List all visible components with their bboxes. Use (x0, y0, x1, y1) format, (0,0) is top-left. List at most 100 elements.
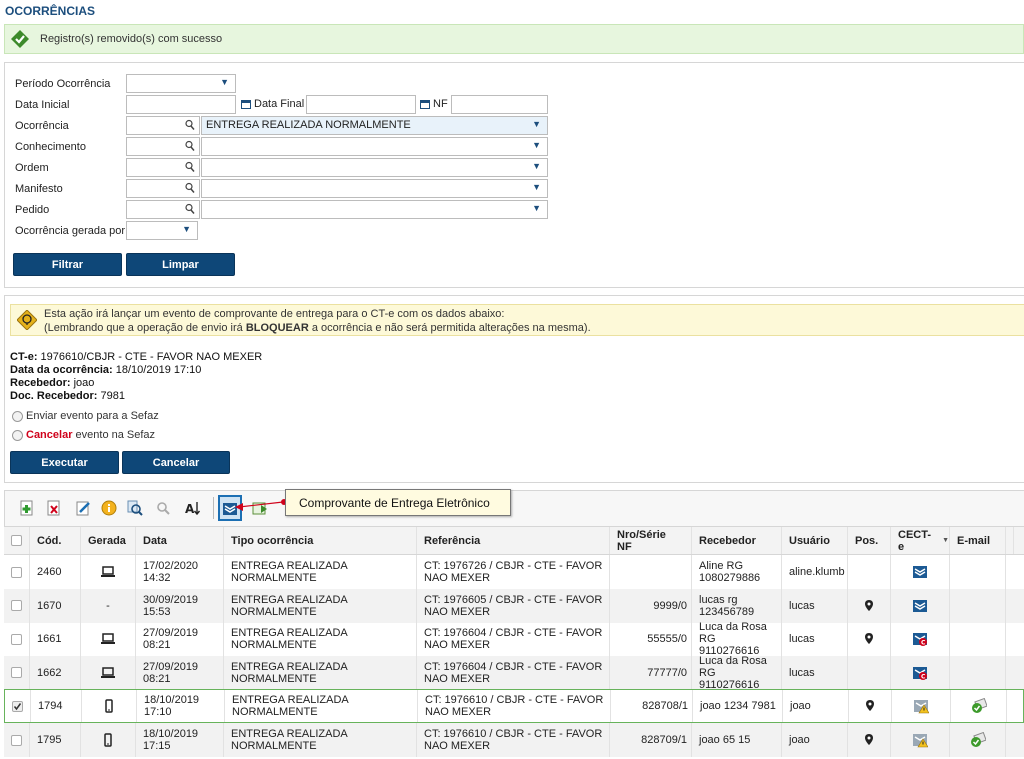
cecte-cell[interactable] (891, 555, 950, 589)
header-nf[interactable]: Nro/Série NF (610, 527, 692, 554)
header-referencia[interactable]: Referência (417, 527, 610, 554)
row-checkbox[interactable] (11, 600, 22, 612)
header-email-label: E-mail (957, 534, 991, 547)
calendar-icon[interactable] (420, 99, 430, 109)
email-cell[interactable] (950, 555, 1006, 589)
table-row[interactable]: 1794 18/10/2019 17:10 ENTREGA REALIZADA NORM… (4, 689, 1024, 724)
table-row[interactable]: 1661 27/09/2019 08:21 ENTREGA REALIZADA NORM… (4, 621, 1024, 657)
manifesto-select[interactable]: ▼ (201, 179, 548, 198)
executar-button[interactable]: Executar (10, 451, 119, 474)
data-inicial-input[interactable] (126, 95, 236, 114)
recebedor-cell: lucas rg 123456789 (692, 588, 782, 623)
cod-value: 2460 (37, 566, 62, 578)
header-cod[interactable]: Cód. (30, 527, 81, 554)
table-header: Cód. Gerada Data Tipo ocorrência Referência N… (4, 526, 1024, 555)
pedido-code-input[interactable] (126, 200, 200, 219)
header-cecte-label: CECT-e (898, 528, 931, 553)
cancelar-radio[interactable] (12, 429, 23, 441)
manifesto-code-input[interactable] (126, 179, 200, 198)
edit-icon[interactable] (75, 500, 91, 516)
row-checkbox[interactable] (12, 700, 23, 712)
checkbox-cell[interactable] (4, 588, 30, 623)
search-icon[interactable] (127, 500, 143, 516)
cte-cancel-icon[interactable]: C (912, 631, 928, 647)
cte-cancel-icon[interactable]: C (912, 665, 928, 681)
conhecimento-select[interactable]: ▼ (201, 137, 548, 156)
data-final-input[interactable] (306, 95, 416, 114)
email-cell[interactable] (951, 690, 1007, 723)
magnifier-icon[interactable] (185, 119, 195, 131)
table-row[interactable]: 1662 27/09/2019 08:21 ENTREGA REALIZADA NORM… (4, 655, 1024, 691)
calendar-icon[interactable] (241, 99, 251, 109)
email-sent-icon[interactable] (970, 732, 986, 748)
cancelar-radio-option[interactable]: Cancelar evento na Sefaz (12, 429, 155, 441)
header-tipo[interactable]: Tipo ocorrência (224, 527, 417, 554)
email-cell[interactable] (950, 723, 1006, 757)
cte-icon[interactable] (912, 564, 928, 580)
row-checkbox[interactable] (11, 633, 22, 645)
gerada-por-select[interactable]: ▼ (126, 221, 198, 240)
row-checkbox[interactable] (11, 734, 22, 746)
periodo-select[interactable]: ▼ (126, 74, 236, 93)
header-email[interactable]: E-mail (950, 527, 1006, 554)
magnifier-icon[interactable] (185, 140, 195, 152)
column-menu-icon[interactable]: ▼ (942, 535, 949, 547)
checkbox-cell[interactable] (4, 555, 30, 589)
magnifier-icon[interactable] (185, 203, 195, 215)
referencia-cell: CT: 1976726 / CBJR - CTE - FAVOR NAO MEXE… (417, 555, 610, 589)
checkbox-cell[interactable] (4, 655, 30, 690)
cecte-cell[interactable] (891, 588, 950, 623)
pedido-label: Pedido (15, 204, 50, 216)
magnifier-icon[interactable] (185, 182, 195, 194)
table-row[interactable]: 2460 17/02/2020 14:32 ENTREGA REALIZADA NORM… (4, 555, 1024, 589)
email-sent-icon[interactable] (971, 698, 987, 714)
enviar-radio-option[interactable]: Enviar evento para a Sefaz (12, 410, 159, 422)
nf-input[interactable] (451, 95, 548, 114)
pedido-select[interactable]: ▼ (201, 200, 548, 219)
data-final-label-group: Data Final (241, 98, 304, 110)
checkbox-cell[interactable] (4, 723, 30, 757)
ocorrencia-code-input[interactable] (126, 116, 200, 135)
tipo-line-1: ENTREGA REALIZADA (231, 728, 348, 740)
cte-warning-icon[interactable] (913, 698, 929, 714)
cancelar-button[interactable]: Cancelar (122, 451, 230, 474)
email-cell[interactable] (950, 655, 1006, 690)
info-icon[interactable] (101, 500, 117, 516)
row-checkbox[interactable] (11, 566, 22, 578)
header-cecte[interactable]: CECT-e ▼ (891, 527, 950, 554)
header-data[interactable]: Data (136, 527, 224, 554)
tipo-line-2: NORMALMENTE (232, 706, 318, 719)
pin-icon (865, 599, 873, 611)
ordem-code-input[interactable] (126, 158, 200, 177)
header-usuario[interactable]: Usuário (782, 527, 848, 554)
filtrar-button[interactable]: Filtrar (13, 253, 122, 276)
cecte-cell[interactable] (891, 723, 950, 757)
ocorrencia-select[interactable]: ENTREGA REALIZADA NORMALMENTE ▼ (201, 116, 548, 135)
limpar-button[interactable]: Limpar (126, 253, 235, 276)
email-cell[interactable] (950, 588, 1006, 623)
table-row[interactable]: 1670-30/09/2019 15:53 ENTREGA REALIZADA NOR… (4, 588, 1024, 623)
cecte-cell[interactable]: C (891, 622, 950, 657)
enviar-radio[interactable] (12, 410, 23, 422)
add-icon[interactable] (19, 500, 35, 516)
header-pos[interactable]: Pos. (848, 527, 891, 554)
magnifier-icon[interactable] (185, 161, 195, 173)
sort-icon[interactable]: A (185, 500, 201, 516)
cecte-cell[interactable]: C (891, 655, 950, 690)
delete-icon[interactable] (46, 500, 62, 516)
header-gerada[interactable]: Gerada (81, 527, 136, 554)
conhecimento-code-input[interactable] (126, 137, 200, 156)
cte-warning-icon[interactable] (912, 732, 928, 748)
row-checkbox[interactable] (11, 667, 22, 679)
row-checkbox[interactable] (11, 535, 22, 546)
cte-icon[interactable] (912, 598, 928, 614)
cecte-cell[interactable] (892, 690, 951, 723)
header-recebedor[interactable]: Recebedor (692, 527, 782, 554)
table-row[interactable]: 1795 18/10/2019 17:15 ENTREGA REALIZADA NORM… (4, 723, 1024, 757)
select-all-cell[interactable] (4, 527, 30, 554)
ordem-select[interactable]: ▼ (201, 158, 548, 177)
checkbox-cell[interactable] (4, 622, 30, 657)
email-cell[interactable] (950, 622, 1006, 657)
checkbox-cell[interactable] (5, 690, 31, 723)
usuario-cell: lucas (782, 655, 848, 690)
